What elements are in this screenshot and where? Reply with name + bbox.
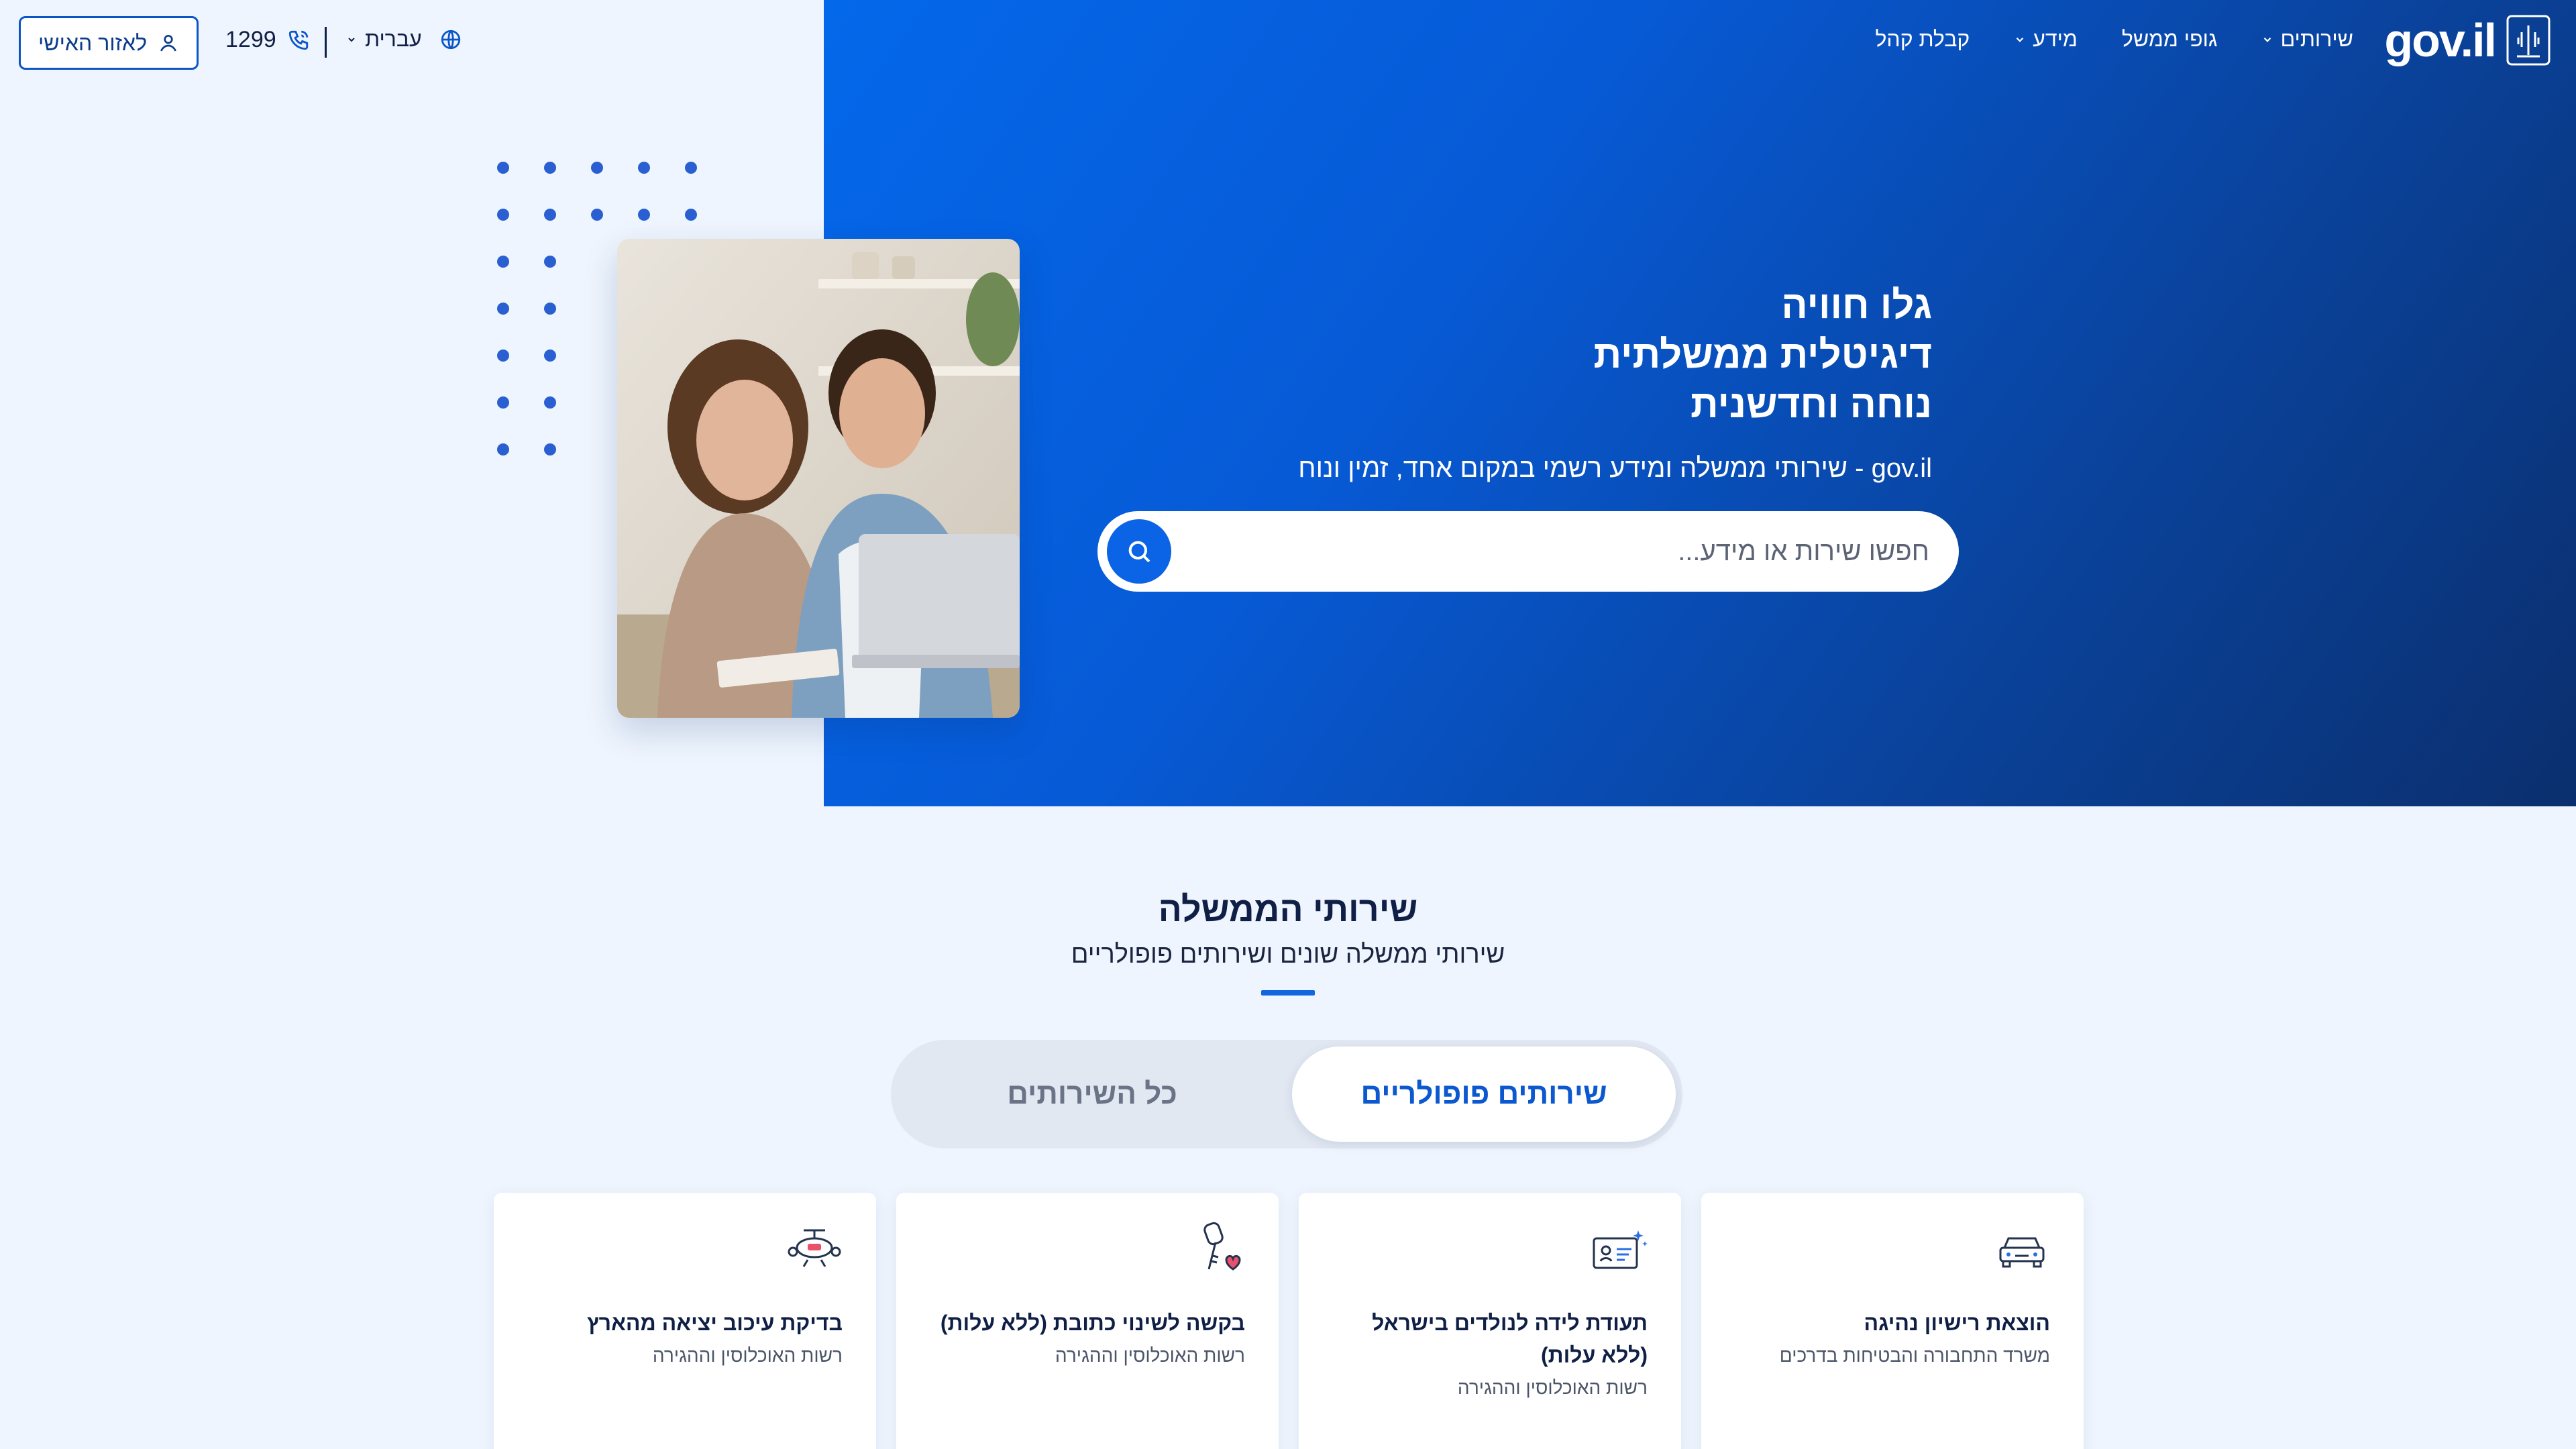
chevron-down-icon <box>2264 37 2271 42</box>
service-card-org: רשות האוכלוסין וההגירה <box>1457 1377 1648 1398</box>
search-icon <box>1128 541 1150 563</box>
globe-icon <box>441 30 460 49</box>
service-card-title: הוצאת רישיון נהיגה <box>1864 1311 2050 1335</box>
section-subtitle: שירותי ממשלה שונים ושירותים פופולריים <box>1071 941 1505 969</box>
phone-number: 1299 <box>225 27 276 52</box>
hero-title: גלו חוויה דיגיטלית ממשלתית נוחה וחדשנית <box>1594 280 1933 429</box>
nav-item-services[interactable]: שירותים <box>2261 27 2353 52</box>
car-icon <box>1999 1237 2045 1268</box>
search-button[interactable] <box>1107 519 1171 584</box>
search-bar <box>1097 511 1959 592</box>
couple-laptop-image <box>617 239 1020 718</box>
service-card-org: משרד התחבורה והבטיחות בדרכים <box>1779 1345 2050 1366</box>
hero-title-line: דיגיטלית ממשלתית <box>1593 333 1933 376</box>
service-card-title: בדיקת עיכוב יציאה מהארץ <box>587 1311 843 1335</box>
airplane-icon <box>788 1229 841 1267</box>
personal-area-label: לאזור האישי <box>38 30 148 55</box>
section-underline <box>1261 990 1315 996</box>
service-card[interactable]: בקשה לשינוי כתובת (ללא עלות) רשות האוכלו… <box>896 1193 1279 1449</box>
house-key-icon <box>1203 1222 1241 1271</box>
section-title: שירותי הממשלה <box>1158 890 1418 929</box>
divider <box>325 27 327 58</box>
phone-icon <box>288 30 308 50</box>
hero-photo <box>617 239 1020 718</box>
service-card-org: רשות האוכלוסין וההגירה <box>652 1345 843 1366</box>
language-selector[interactable]: עברית <box>346 27 462 52</box>
nav-label: מידע <box>2033 27 2078 51</box>
service-card[interactable]: בדיקת עיכוב יציאה מהארץ רשות האוכלוסין ו… <box>494 1193 876 1449</box>
main-nav: שירותים גופי ממשל מידע קבלת קהל <box>1875 27 2353 52</box>
personal-area-button[interactable]: לאזור האישי <box>19 16 199 70</box>
chevron-down-icon <box>2016 37 2024 42</box>
nav-item-info[interactable]: מידע <box>2014 27 2078 52</box>
id-card-icon <box>1593 1230 1648 1269</box>
nav-item-reception[interactable]: קבלת קהל <box>1875 27 1970 52</box>
nav-label: שירותים <box>2280 27 2353 51</box>
state-emblem-icon <box>2506 15 2551 66</box>
service-card[interactable]: הוצאת רישיון נהיגה משרד התחבורה והבטיחות… <box>1701 1193 2084 1449</box>
tab-popular-services[interactable]: שירותים פופולריים <box>1292 1046 1676 1142</box>
user-icon <box>160 35 176 52</box>
tab-all-services[interactable]: כל השירותים <box>898 1046 1287 1142</box>
service-card-org: רשות האוכלוסין וההגירה <box>1055 1345 1245 1366</box>
hero-title-line: נוחה וחדשנית <box>1690 382 1932 426</box>
hero-title-line: גלו חוויה <box>1781 283 1932 327</box>
hero-subtitle: gov.il - שירותי ממשלה ומידע רשמי במקום א… <box>1298 453 1932 483</box>
language-label: עברית <box>365 27 422 51</box>
nav-item-gov-bodies[interactable]: גופי ממשל <box>2122 27 2218 52</box>
service-card-title: תעודת לידה לנולדים בישראל (ללא עלות) <box>1372 1311 1648 1367</box>
logo-text: gov.il <box>2384 14 2497 66</box>
chevron-down-icon <box>348 37 355 42</box>
phone-link[interactable]: 1299 <box>225 27 310 53</box>
nav-label: גופי ממשל <box>2121 27 2218 51</box>
service-card[interactable]: תעודת לידה לנולדים בישראל (ללא עלות) רשו… <box>1299 1193 1681 1449</box>
nav-label: קבלת קהל <box>1875 27 1970 51</box>
service-card-title: בקשה לשינוי כתובת (ללא עלות) <box>940 1311 1245 1335</box>
gov-logo[interactable]: gov.il <box>2384 13 2552 67</box>
search-input[interactable] <box>1232 531 1929 572</box>
services-tabs: שירותים פופולריים כל השירותים <box>891 1040 1682 1148</box>
